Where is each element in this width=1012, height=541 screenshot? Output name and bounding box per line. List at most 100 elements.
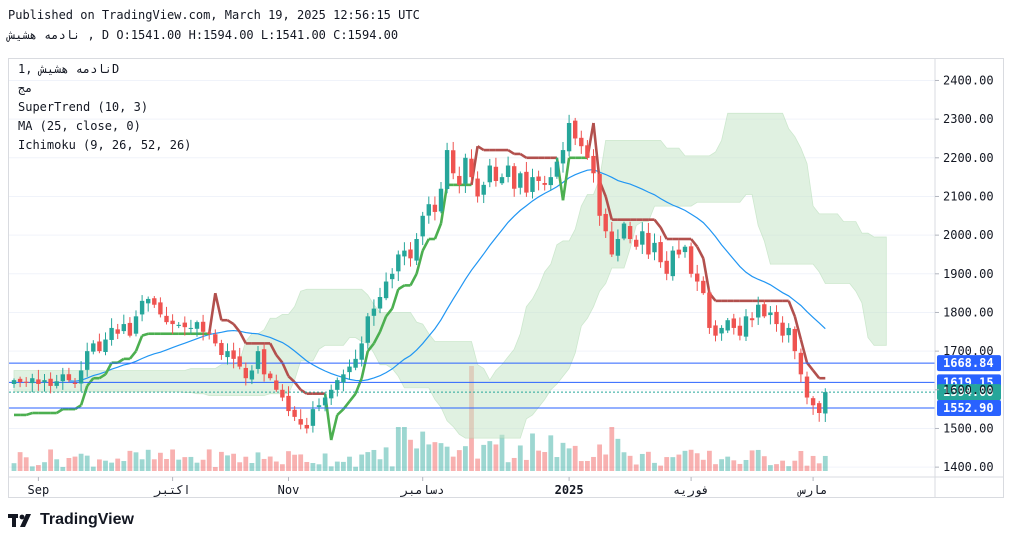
- volume-bar: [499, 434, 505, 471]
- volume-bar: [341, 461, 346, 471]
- candle-body: [451, 150, 456, 174]
- candle-body: [542, 183, 547, 185]
- candle-body: [554, 161, 560, 177]
- volume-bar: [60, 466, 66, 471]
- candle-body: [48, 378, 53, 386]
- volume-bar: [615, 438, 621, 471]
- candle-body: [72, 382, 78, 384]
- volume-bar: [365, 452, 371, 471]
- candle-body: [817, 403, 822, 413]
- candle-body: [121, 324, 126, 332]
- legend-ichimoku[interactable]: Ichimoku (9, 26, 52, 26): [18, 138, 191, 152]
- volume-bar: [578, 461, 584, 471]
- candle-body: [591, 155, 596, 174]
- supertrend-segment: [476, 145, 485, 152]
- candle-body: [24, 381, 29, 383]
- tradingview-logo-icon: [8, 514, 31, 527]
- supertrend-segment: [141, 332, 149, 337]
- volume-bar: [810, 455, 816, 471]
- candle-body: [688, 246, 694, 274]
- volume-bar: [731, 460, 737, 471]
- ohlc-header: نادمه هشيش , D O:1541.00 H:1594.00 L:154…: [8, 28, 399, 42]
- y-tick-label: 1400.00: [943, 460, 994, 474]
- volume-bar: [804, 465, 810, 471]
- volume-bar: [292, 454, 297, 471]
- candle-body: [786, 327, 791, 336]
- candle-body: [646, 232, 651, 255]
- legend-supertrend[interactable]: SuperTrend (10, 3): [18, 100, 148, 114]
- chart-svg[interactable]: 1668.841619.151594.001552.901400.001500.…: [9, 59, 1003, 498]
- candle-body: [261, 349, 267, 375]
- candle-body: [566, 123, 572, 152]
- volume-bar: [524, 459, 529, 471]
- volume-bar: [54, 459, 60, 471]
- volume-bar: [188, 456, 194, 471]
- candle-body: [518, 173, 523, 188]
- volume-bar: [646, 451, 651, 471]
- candle-body: [499, 177, 505, 184]
- brand-name: TradingView: [40, 511, 134, 528]
- volume-bar: [347, 456, 352, 471]
- candle-body: [640, 231, 645, 245]
- candle-body: [414, 239, 419, 261]
- volume-bar: [792, 460, 798, 471]
- candle-body: [408, 249, 413, 259]
- candle-body: [237, 356, 242, 367]
- candle-body: [304, 424, 309, 429]
- candle-body: [634, 239, 639, 247]
- candle-body: [609, 231, 614, 255]
- candle-body: [487, 165, 492, 183]
- supertrend-segment: [74, 404, 82, 411]
- legend-ma[interactable]: MA (25, close, 0): [18, 119, 141, 133]
- candle-body: [768, 312, 773, 316]
- volume-bar: [121, 461, 127, 471]
- volume-bar: [548, 435, 554, 471]
- price-tag-label: 1668.84: [943, 356, 994, 370]
- candle-body: [36, 379, 41, 384]
- supertrend-segment: [653, 218, 662, 229]
- supertrend-segment: [226, 319, 235, 326]
- candle-body: [194, 322, 200, 329]
- volume-bar: [676, 454, 682, 471]
- candle-body: [627, 226, 633, 239]
- volume-bar: [103, 460, 108, 471]
- candle-body: [725, 320, 730, 331]
- volume-bar: [761, 456, 767, 471]
- volume-bar: [432, 442, 438, 471]
- volume-bar: [255, 452, 261, 471]
- candle-body: [207, 332, 212, 334]
- supertrend-segment: [787, 300, 797, 317]
- volume-bar: [780, 460, 785, 471]
- volume-bar: [206, 449, 212, 471]
- volume-bar: [286, 451, 291, 471]
- volume-bar: [719, 459, 724, 471]
- volume-bar: [816, 463, 822, 471]
- candle-body: [512, 166, 517, 189]
- candle-body: [97, 341, 102, 352]
- candle-body: [762, 304, 767, 317]
- volume-bar: [670, 457, 676, 471]
- candle-body: [756, 304, 761, 318]
- candle-body: [133, 316, 139, 334]
- candle-body: [377, 297, 383, 309]
- candle-body: [249, 370, 255, 380]
- legend-symbol: نادمه هشيش ,1D: [18, 62, 120, 76]
- tradingview-brand[interactable]: TradingView: [8, 511, 134, 529]
- supertrend-segment: [397, 284, 406, 291]
- y-tick-label: 1600.00: [943, 383, 994, 397]
- volume-bar: [273, 461, 279, 471]
- volume-bar: [280, 464, 285, 471]
- candle-body: [353, 358, 358, 368]
- candle-body: [798, 352, 804, 375]
- x-tick-label: Sep: [28, 483, 50, 497]
- volume-bar: [145, 449, 151, 471]
- candle-body: [426, 204, 431, 216]
- volume-bar: [597, 444, 602, 471]
- candle-body: [66, 374, 72, 381]
- volume-bar: [713, 464, 718, 471]
- volume-bar: [23, 457, 29, 471]
- candle-body: [615, 239, 621, 256]
- volume-bar: [530, 433, 535, 471]
- candle-body: [243, 367, 248, 379]
- x-tick-label: Nov: [278, 483, 300, 497]
